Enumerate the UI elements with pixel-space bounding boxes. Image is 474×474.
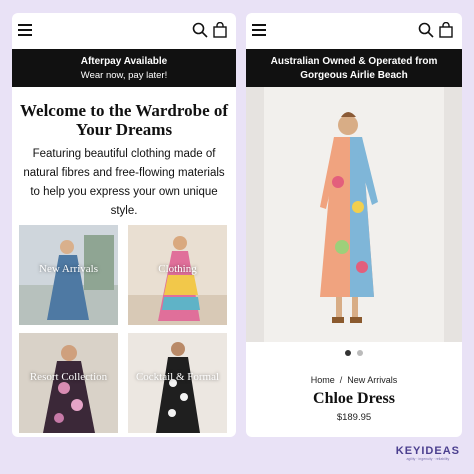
- tile-label: Resort Collection: [29, 371, 108, 383]
- product-screen: Australian Owned & Operated from Gorgeou…: [246, 13, 462, 437]
- breadcrumb-current[interactable]: New Arrivals: [347, 375, 397, 385]
- product-image[interactable]: [246, 87, 462, 342]
- banner-title: Australian Owned & Operated from Gorgeou…: [270, 56, 438, 81]
- shopping-bag-icon[interactable]: [212, 22, 228, 38]
- carousel-dot-2[interactable]: [357, 350, 363, 356]
- tile-label: Cocktail & Formal: [135, 371, 220, 383]
- category-tile-resort-collection[interactable]: Resort Collection: [19, 333, 118, 433]
- top-bar: [12, 13, 236, 49]
- breadcrumb-home[interactable]: Home: [311, 375, 335, 385]
- search-icon[interactable]: [192, 22, 208, 38]
- logo-tagline: agility · ingenuity · reliability: [406, 457, 450, 461]
- category-tile-cocktail-formal[interactable]: Cocktail & Formal: [128, 333, 227, 433]
- chloe-dress-photo: [246, 87, 462, 342]
- banner-title: Afterpay Available: [80, 56, 168, 67]
- home-screen: Afterpay Available Wear now, pay later! …: [12, 13, 236, 437]
- keyideas-logo: KEYIDEAS agility · ingenuity · reliabili…: [396, 445, 460, 461]
- logo-name: KEYIDEAS: [395, 445, 460, 457]
- welcome-heading: Welcome to the Wardrobe of Your Dreams: [19, 101, 229, 139]
- tile-label: New Arrivals: [39, 263, 98, 275]
- category-tile-clothing[interactable]: Clothing: [128, 225, 227, 325]
- search-icon[interactable]: [418, 22, 434, 38]
- menu-icon[interactable]: [252, 24, 266, 36]
- breadcrumb: Home / New Arrivals: [246, 375, 462, 385]
- product-title: Chloe Dress: [313, 390, 395, 407]
- afterpay-banner: Afterpay Available Wear now, pay later!: [12, 49, 236, 87]
- menu-icon[interactable]: [18, 24, 32, 36]
- carousel-dots: [246, 343, 462, 361]
- banner-subtitle: Wear now, pay later!: [80, 70, 168, 81]
- shopping-bag-icon[interactable]: [438, 22, 454, 38]
- location-banner: Australian Owned & Operated from Gorgeou…: [246, 49, 462, 87]
- category-tile-new-arrivals[interactable]: New Arrivals: [19, 225, 118, 325]
- carousel-dot-1[interactable]: [345, 350, 351, 356]
- intro-text: Featuring beautiful clothing made of nat…: [23, 148, 225, 217]
- top-bar: [246, 13, 462, 49]
- tile-label: Clothing: [158, 263, 197, 275]
- breadcrumb-separator: /: [339, 375, 343, 385]
- product-price: $189.95: [336, 412, 372, 423]
